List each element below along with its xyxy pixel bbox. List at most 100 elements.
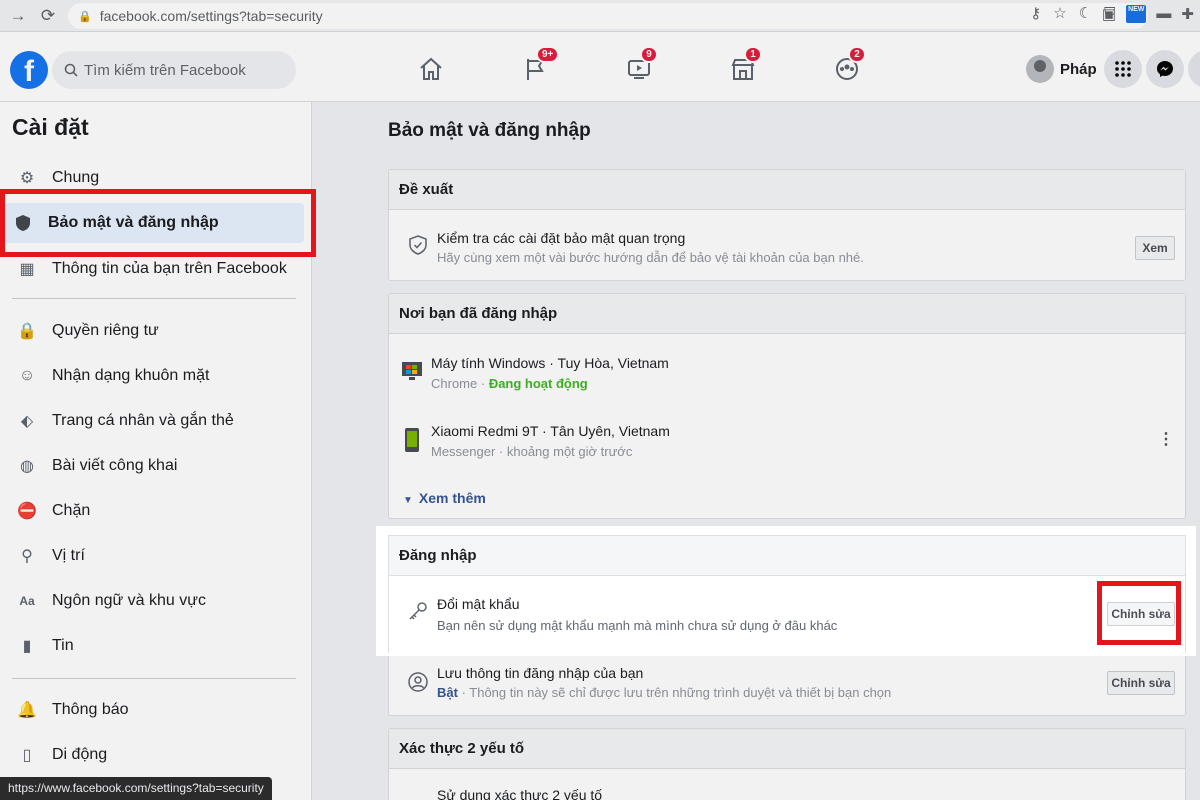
sidebar-item-public-posts[interactable]: ◍ Bài viết công khai xyxy=(8,446,304,486)
active-status: Đang hoạt động xyxy=(488,376,588,391)
login-card-header: Đăng nhập xyxy=(389,536,1185,576)
lock-icon: 🔒 xyxy=(78,10,92,23)
search-icon xyxy=(64,63,78,77)
marketplace-icon[interactable]: 1 xyxy=(728,46,762,84)
two-factor-card: Xác thực 2 yếu tố Sử dụng xác thực 2 yếu… xyxy=(388,728,1186,800)
location-icon: ⚲ xyxy=(21,548,33,565)
key-icon[interactable]: ⚷ xyxy=(1030,4,1041,22)
sidebar-item-privacy[interactable]: 🔒 Quyền riêng tư xyxy=(8,311,304,351)
puzzle-icon[interactable]: ✚ xyxy=(1181,5,1194,23)
sidebar-item-location[interactable]: ⚲ Vị trí xyxy=(8,536,304,576)
stories-icon: ▮ xyxy=(22,638,32,655)
shield-icon xyxy=(12,212,34,234)
sidebar-item-label: Quyền riêng tư xyxy=(52,322,159,339)
groups-badge: 2 xyxy=(848,46,866,63)
browser-toolbar: → ⟳ 🔒 facebook.com/settings?tab=security… xyxy=(0,0,1200,32)
profile-name: Pháp xyxy=(1060,60,1097,78)
pages-badge: 9+ xyxy=(536,46,560,63)
suggest-item-subtitle: Hãy cùng xem một vài bước hướng dẫn để b… xyxy=(437,250,864,265)
sidebar-item-profile-tagging[interactable]: ⬖ Trang cá nhân và gắn thẻ xyxy=(8,401,304,441)
sidebar-item-label: Chặn xyxy=(52,502,91,519)
lock-icon: 🔒 xyxy=(17,323,37,340)
marketplace-badge: 1 xyxy=(744,46,762,63)
sidebar-item-your-info[interactable]: ▦ Thông tin của bạn trên Facebook xyxy=(8,249,304,289)
sidebar-item-language[interactable]: Aa Ngôn ngữ và khu vực xyxy=(8,581,304,621)
sidebar-item-blocking[interactable]: ⛔ Chặn xyxy=(8,491,304,531)
device-2-subtitle: Messenger · khoảng một giờ trước xyxy=(431,444,633,459)
key-icon xyxy=(407,600,429,622)
facebook-logo-icon[interactable]: f xyxy=(10,51,48,89)
facebook-header: f 9+ 9 1 2 Pháp xyxy=(0,32,1200,102)
sidebar-item-label: Thông báo xyxy=(52,701,129,718)
phone-icon xyxy=(403,426,421,454)
see-more-link[interactable]: ▼ Xem thêm xyxy=(403,490,486,506)
two-factor-header: Xác thực 2 yếu tố xyxy=(389,729,1185,769)
two-factor-item: Sử dụng xác thực 2 yếu tố xyxy=(437,787,603,800)
address-bar[interactable]: 🔒 facebook.com/settings?tab=security xyxy=(68,3,1148,29)
change-password-title: Đổi mật khẩu xyxy=(437,596,520,612)
bell-icon: 🔔 xyxy=(17,702,37,719)
face-icon: ☺ xyxy=(18,367,36,384)
home-icon[interactable] xyxy=(416,54,446,84)
watch-badge: 9 xyxy=(640,46,658,63)
windows-computer-icon xyxy=(401,360,423,382)
sidebar-item-label: Tin xyxy=(52,637,74,654)
sidebar-item-general[interactable]: ⚙ Chung xyxy=(8,158,304,198)
back-arrow-icon[interactable]: → xyxy=(6,4,30,28)
grid-icon: ▦ xyxy=(19,261,35,278)
view-button[interactable]: Xem xyxy=(1135,236,1175,260)
page-title: Bảo mật và đăng nhập xyxy=(388,120,591,141)
sidebar-item-stories[interactable]: ▮ Tin xyxy=(8,626,304,666)
search-box[interactable] xyxy=(52,51,296,89)
menu-grid-icon[interactable] xyxy=(1104,50,1142,88)
save-login-subtitle: Bật · Thông tin này sẽ chỉ được lưu trên… xyxy=(437,685,892,700)
extension-folder-icon[interactable]: ▬ xyxy=(1156,5,1171,23)
extension-screen-icon[interactable]: ▣ xyxy=(1102,5,1116,23)
watch-icon[interactable]: 9 xyxy=(624,46,658,84)
notifications-icon[interactable] xyxy=(1188,50,1200,88)
moon-icon[interactable]: ☾ xyxy=(1079,4,1092,22)
suggest-item-title: Kiểm tra các cài đặt bảo mật quan trọng xyxy=(437,230,686,246)
sidebar-item-label: Trang cá nhân và gắn thẻ xyxy=(52,412,234,429)
sidebar-item-label: Thông tin của bạn trên Facebook xyxy=(52,260,287,277)
pages-flag-icon[interactable]: 9+ xyxy=(520,46,560,84)
save-login-title: Lưu thông tin đăng nhập của bạn xyxy=(437,665,644,681)
where-logged-in-card: Nơi bạn đã đăng nhập Máy tính Windows · … xyxy=(388,293,1186,519)
star-icon[interactable]: ☆ xyxy=(1053,4,1066,22)
sidebar-item-security[interactable]: Bảo mật và đăng nhập xyxy=(4,203,304,243)
tag-icon: ⬖ xyxy=(20,413,34,430)
extensions: ▣ NEW ▬ ✚ xyxy=(1102,5,1194,23)
gear-icon: ⚙ xyxy=(19,170,35,187)
highlighted-login-section: Đăng nhập Đổi mật khẩu Bạn nên sử dụng m… xyxy=(376,526,1196,656)
save-login-edit-button[interactable]: Chỉnh sửa xyxy=(1107,671,1175,695)
reload-icon[interactable]: ⟳ xyxy=(36,4,60,28)
avatar xyxy=(1026,55,1054,83)
groups-icon[interactable]: 2 xyxy=(832,46,866,84)
more-options-icon[interactable]: ⋮ xyxy=(1155,428,1177,450)
chevron-down-icon: ▼ xyxy=(403,495,413,506)
url-text: facebook.com/settings?tab=security xyxy=(99,8,323,24)
profile-link[interactable]: Pháp xyxy=(1026,52,1097,86)
sidebar-item-notifications[interactable]: 🔔 Thông báo xyxy=(8,690,304,730)
suggest-card-header: Đề xuất xyxy=(389,170,1185,210)
device-1-subtitle: Chrome · Đang hoạt động xyxy=(431,376,588,391)
language-icon: Aa xyxy=(19,594,35,608)
mobile-icon: ▯ xyxy=(22,747,32,764)
sidebar-item-face-recognition[interactable]: ☺ Nhận dạng khuôn mặt xyxy=(8,356,304,396)
search-input[interactable] xyxy=(84,61,284,79)
change-password-subtitle: Bạn nên sử dụng mật khẩu mạnh mà mình ch… xyxy=(437,618,838,633)
sidebar-item-label: Bài viết công khai xyxy=(52,457,178,474)
new-badge[interactable]: NEW xyxy=(1126,5,1147,23)
sidebar-item-label: Bảo mật và đăng nhập xyxy=(48,214,219,231)
sidebar-divider xyxy=(12,298,296,299)
messenger-icon[interactable] xyxy=(1146,50,1184,88)
sidebar-item-label: Chung xyxy=(52,169,100,186)
sidebar-item-label: Vị trí xyxy=(52,547,85,564)
shield-check-icon xyxy=(407,234,429,256)
device-1-title: Máy tính Windows · Tuy Hòa, Vietnam xyxy=(431,355,669,371)
sidebar-item-mobile[interactable]: ▯ Di động xyxy=(8,735,304,775)
block-user-icon: ⛔ xyxy=(17,503,37,520)
globe-icon: ◍ xyxy=(20,458,34,475)
sidebar-item-label: Ngôn ngữ và khu vực xyxy=(52,592,206,609)
device-2-title: Xiaomi Redmi 9T · Tân Uyên, Vietnam xyxy=(431,423,670,439)
